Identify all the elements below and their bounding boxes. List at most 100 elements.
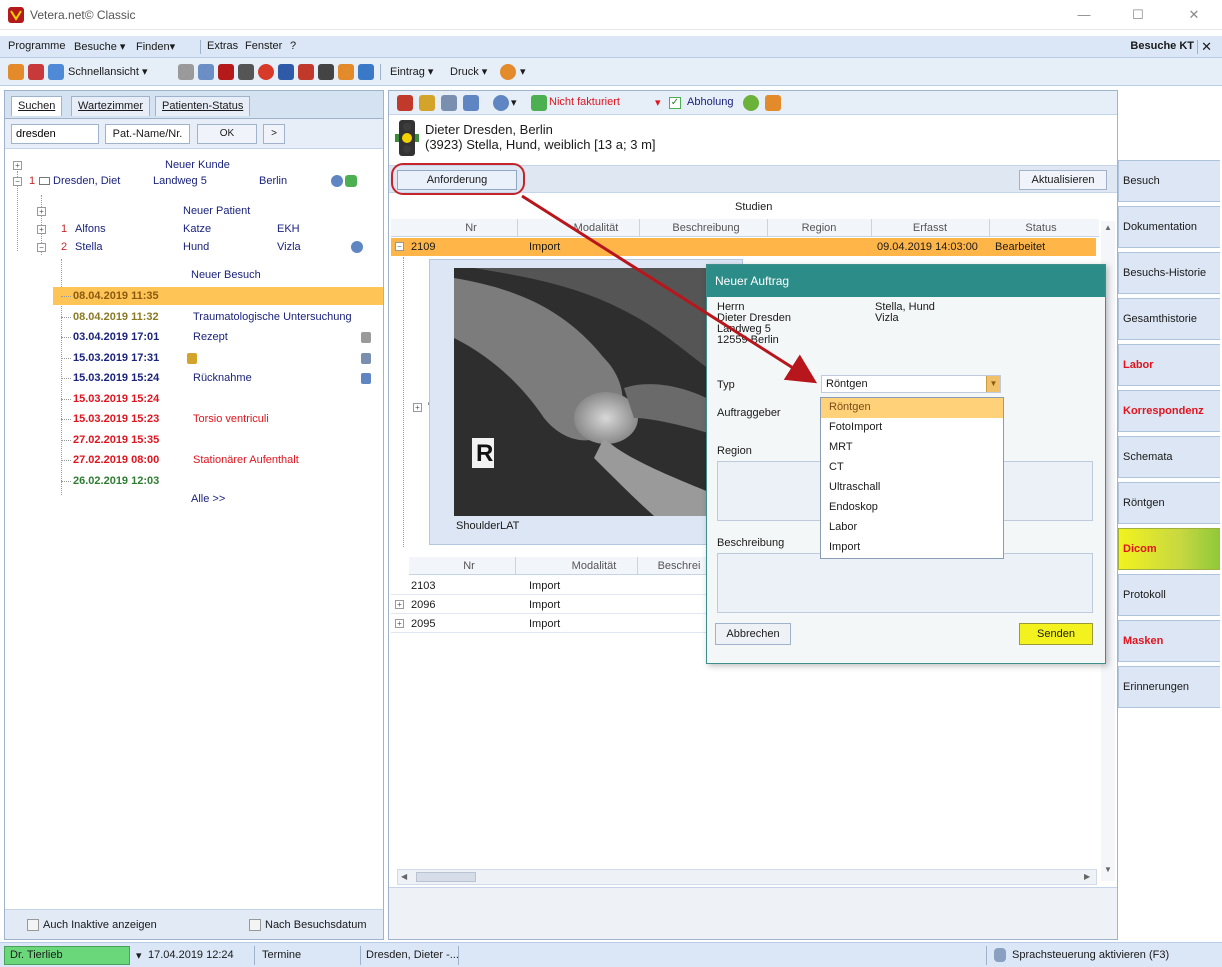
typ-select[interactable]: Röntgen ▼ [821, 375, 1001, 393]
collapse-icon[interactable]: − [395, 242, 404, 251]
notes-area[interactable] [389, 887, 1117, 939]
column-header[interactable]: Beschreibung [641, 222, 771, 234]
user-dropdown-icon[interactable]: ▾ [136, 949, 142, 962]
column-header[interactable]: Beschrei [649, 560, 709, 572]
nav-tab-gesamthistorie[interactable]: Gesamthistorie [1118, 298, 1220, 340]
calculator-icon[interactable] [318, 64, 334, 80]
column-header[interactable]: Nr [451, 222, 491, 234]
menu-fenster[interactable]: Fenster [245, 40, 282, 52]
expand-icon[interactable]: + [413, 403, 422, 412]
column-header[interactable]: Modalität [539, 560, 649, 572]
status-patient[interactable]: Dresden, Dieter -... [366, 949, 459, 961]
search-input[interactable] [11, 124, 99, 144]
collapse-icon[interactable]: − [13, 177, 22, 186]
show-inactive-checkbox[interactable] [27, 919, 39, 931]
visit-row[interactable]: 08.04.2019 11:35 [5, 287, 383, 308]
option-import[interactable]: Import [821, 538, 1003, 558]
tools-icon[interactable] [178, 64, 194, 80]
druck-button[interactable]: Druck ▾ [450, 65, 487, 78]
collapse-icon[interactable]: − [37, 243, 46, 252]
option-ct[interactable]: CT [821, 458, 1003, 478]
xray-image[interactable]: R [454, 268, 724, 516]
search-mode-field[interactable]: Pat.-Name/Nr. [105, 124, 190, 144]
book-icon[interactable] [198, 64, 214, 80]
column-header[interactable]: Erfasst [871, 222, 989, 234]
menu-finden[interactable]: Finden▾ [136, 40, 175, 53]
abholung-checkbox[interactable]: ✓ [669, 97, 681, 109]
back-icon[interactable] [765, 95, 781, 111]
users-icon[interactable] [8, 64, 24, 80]
nav-tab-schemata[interactable]: Schemata [1118, 436, 1220, 478]
scroll-thumb[interactable] [416, 872, 476, 882]
nav-tab-dokumentation[interactable]: Dokumentation [1118, 206, 1220, 248]
invoice-icon[interactable] [419, 95, 435, 111]
column-header[interactable]: Nr [449, 560, 489, 572]
firefox-icon[interactable] [500, 64, 516, 80]
microphone-icon[interactable] [994, 948, 1006, 962]
chevron-down-icon[interactable]: ▼ [986, 376, 1000, 392]
close-module-icon[interactable]: ✕ [1201, 39, 1212, 55]
document-icon[interactable] [278, 64, 294, 80]
minimize-icon[interactable]: — [1066, 4, 1102, 26]
cancel-button[interactable]: Abbrechen [715, 623, 791, 645]
info-icon[interactable] [493, 95, 509, 111]
cloud-icon[interactable] [358, 64, 374, 80]
option-endoskop[interactable]: Endoskop [821, 498, 1003, 518]
beschreibung-field[interactable] [717, 553, 1093, 613]
users2-icon[interactable] [338, 64, 354, 80]
sort-by-date-checkbox[interactable] [249, 919, 261, 931]
expand-icon[interactable]: + [37, 225, 46, 234]
option-roentgen[interactable]: Röntgen [821, 398, 1003, 418]
column-header[interactable]: Region [767, 222, 871, 234]
customer-name[interactable]: Dresden, Diet [53, 175, 120, 187]
traffic-light-icon[interactable] [531, 95, 547, 111]
tab-patienten-status[interactable]: Patienten-Status [155, 96, 251, 116]
menu-programme[interactable]: Programme [8, 40, 65, 52]
menu-extras[interactable]: Extras [207, 40, 238, 52]
send-button[interactable]: Senden [1019, 623, 1093, 645]
info-icon[interactable] [351, 241, 363, 253]
eintrag-button[interactable]: Eintrag ▾ [390, 65, 433, 78]
termine-link[interactable]: Termine [262, 949, 301, 961]
patient-name[interactable]: Alfons [75, 223, 106, 235]
calendar-icon[interactable] [463, 95, 479, 111]
option-labor[interactable]: Labor [821, 518, 1003, 538]
window-close-icon[interactable]: ✕ [1176, 4, 1212, 26]
new-customer-link[interactable]: Neuer Kunde [165, 159, 230, 171]
next-button[interactable]: > [263, 124, 285, 144]
option-ultraschall[interactable]: Ultraschall [821, 478, 1003, 498]
ok-button[interactable]: OK [197, 124, 257, 144]
show-all-link[interactable]: Alle >> [191, 493, 225, 505]
expand-icon[interactable]: + [37, 207, 46, 216]
expand-icon[interactable]: + [395, 619, 404, 628]
column-header[interactable]: Modalität [541, 222, 651, 234]
option-mrt[interactable]: MRT [821, 438, 1003, 458]
stop-icon[interactable] [258, 64, 274, 80]
scroll-down-icon[interactable]: ▼ [1104, 865, 1112, 874]
visit-row[interactable]: 26.02.2019 12:03 [5, 472, 383, 493]
browser-dropdown-icon[interactable]: ▾ [520, 65, 526, 78]
option-fotoimport[interactable]: FotoImport [821, 418, 1003, 438]
new-patient-link[interactable]: Neuer Patient [183, 205, 250, 217]
wrench-icon[interactable] [238, 64, 254, 80]
visit-row[interactable]: 15.03.2019 15:23 Torsio ventriculi [5, 410, 383, 431]
scroll-up-icon[interactable]: ▲ [1104, 223, 1112, 232]
scroll-right-icon[interactable]: ▶ [1084, 872, 1090, 881]
visit-row[interactable]: 03.04.2019 17:01 Rezept [5, 328, 383, 349]
horizontal-scrollbar[interactable]: ◀ ▶ [397, 869, 1097, 885]
menu-help[interactable]: ? [290, 40, 296, 52]
refresh-icon[interactable] [743, 95, 759, 111]
expand-icon[interactable]: + [395, 600, 404, 609]
voice-control-button[interactable]: Sprachsteuerung aktivieren (F3) [1012, 949, 1169, 961]
scroll-left-icon[interactable]: ◀ [401, 872, 407, 881]
tab-suchen[interactable]: Suchen [11, 96, 63, 116]
vetera-icon[interactable] [218, 64, 234, 80]
books-icon[interactable] [397, 95, 413, 111]
visit-row[interactable]: 15.03.2019 15:24 [5, 390, 383, 411]
nav-tab-erinnerungen[interactable]: Erinnerungen [1118, 666, 1220, 708]
visit-row[interactable]: 27.02.2019 15:35 [5, 431, 383, 452]
books-icon[interactable] [298, 64, 314, 80]
visit-row[interactable]: 15.03.2019 15:24 Rücknahme [5, 369, 383, 390]
expand-icon[interactable]: + [13, 161, 22, 170]
save-icon[interactable] [28, 64, 44, 80]
